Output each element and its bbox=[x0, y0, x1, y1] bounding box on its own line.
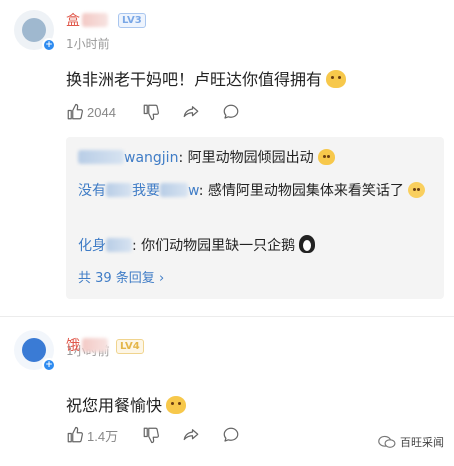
reply-username-redacted bbox=[106, 183, 132, 197]
username-text: 饿 bbox=[66, 337, 80, 353]
reply-username-text: 化身 bbox=[78, 238, 106, 254]
reply-button[interactable] bbox=[222, 101, 240, 123]
wechat-icon bbox=[378, 435, 396, 448]
share-button[interactable] bbox=[182, 424, 200, 446]
reply-username[interactable]: wangjin bbox=[78, 150, 178, 166]
comment-text-content: 祝您用餐愉快 bbox=[66, 396, 163, 415]
reply-bubble-icon bbox=[223, 104, 239, 119]
level-badge: LV4 bbox=[116, 339, 144, 354]
thumbs-up-icon bbox=[67, 103, 83, 120]
username-redacted bbox=[82, 13, 108, 27]
level-badge: LV3 bbox=[118, 13, 146, 28]
username-redacted bbox=[82, 338, 108, 352]
username[interactable]: 盒 bbox=[66, 10, 108, 30]
reply-button[interactable] bbox=[222, 424, 240, 446]
like-count: 1.4万 bbox=[87, 428, 119, 444]
reply-username-text: w bbox=[188, 183, 199, 199]
reply-username-text: 我要 bbox=[132, 183, 160, 199]
share-button[interactable] bbox=[182, 101, 200, 123]
thumbs-down-icon bbox=[143, 104, 159, 121]
verified-badge-icon: + bbox=[42, 358, 56, 372]
comment-text: 换非洲老干妈吧！卢旺达你值得拥有 bbox=[66, 66, 347, 90]
username-text: 盒 bbox=[66, 12, 80, 28]
comment-text: 祝您用餐愉快 bbox=[66, 392, 187, 416]
like-count: 2044 bbox=[87, 104, 116, 120]
reply-bubble-icon bbox=[223, 427, 239, 442]
comment-text-content: 换非洲老干妈吧！卢旺达你值得拥有 bbox=[66, 70, 323, 89]
reply-username[interactable]: 化身 bbox=[78, 238, 132, 254]
view-more-replies-link[interactable]: 共 39 条回复 › bbox=[78, 267, 164, 286]
reply-username-text: wangjin bbox=[124, 150, 179, 166]
reply-username-text: 没有 bbox=[78, 183, 106, 199]
watermark-text: 百旺采闻 bbox=[400, 436, 444, 449]
avatar[interactable]: + bbox=[14, 330, 56, 372]
reply-username-redacted bbox=[106, 238, 132, 252]
comment-actions: 2044 bbox=[66, 101, 446, 123]
cat-face-emoji-icon bbox=[166, 396, 187, 414]
reply-text: : 阿里动物园倾园出动 bbox=[178, 150, 314, 166]
share-icon bbox=[183, 429, 199, 441]
dislike-button[interactable] bbox=[142, 424, 160, 446]
comment-divider bbox=[0, 316, 454, 317]
comment-time: 1小时前 bbox=[66, 37, 110, 51]
cat-face-emoji-icon bbox=[326, 70, 347, 88]
cat-face-emoji-icon bbox=[317, 149, 335, 165]
reply-text: : 你们动物园里缺一只企鹅 bbox=[132, 238, 296, 254]
watermark: 百旺采闻 bbox=[378, 434, 444, 450]
avatar-image bbox=[22, 338, 46, 362]
reply-thread: wangjin: 阿里动物园倾园出动 没有 我要 w: 感情阿里动物园集体来看笑话了… bbox=[66, 137, 444, 299]
thumbs-up-icon bbox=[67, 426, 83, 443]
share-icon bbox=[183, 106, 199, 118]
thumbs-down-icon bbox=[143, 427, 159, 444]
verified-badge-icon: + bbox=[42, 38, 56, 52]
reply-text: : 感情阿里动物园集体来看笑话了 bbox=[198, 183, 404, 199]
reply-item: 没有 我要 w: 感情阿里动物园集体来看笑话了 bbox=[78, 180, 434, 202]
reply-username[interactable]: 没有 我要 w bbox=[78, 183, 199, 199]
avatar[interactable]: + bbox=[14, 10, 56, 52]
like-button[interactable]: 1.4万 bbox=[66, 424, 118, 446]
reply-username-redacted bbox=[160, 183, 188, 197]
reply-username-redacted bbox=[78, 150, 124, 164]
laughing-emoji-icon bbox=[407, 182, 425, 198]
comment-item: + 盒 LV3 1小时前 换非洲老干妈吧！卢旺达你值得拥有 2044 wangj… bbox=[0, 0, 454, 318]
dislike-button[interactable] bbox=[142, 101, 160, 123]
penguin-emoji-icon bbox=[299, 235, 316, 253]
reply-item: 化身 : 你们动物园里缺一只企鹅 bbox=[78, 235, 434, 257]
like-button[interactable]: 2044 bbox=[66, 101, 116, 123]
avatar-image bbox=[22, 18, 46, 42]
reply-item: wangjin: 阿里动物园倾园出动 bbox=[78, 147, 434, 169]
